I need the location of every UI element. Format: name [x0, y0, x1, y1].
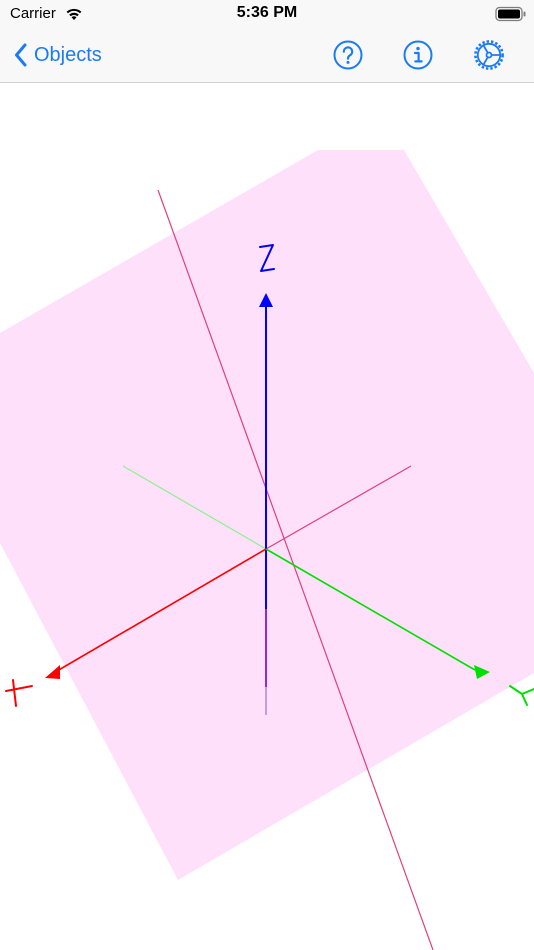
settings-icon[interactable]	[473, 39, 505, 71]
back-button[interactable]: Objects	[14, 40, 102, 70]
clock: 5:36 PM	[236, 4, 298, 21]
chevron-left-icon	[15, 43, 27, 67]
x-axis-arrow	[45, 665, 60, 679]
back-button-label: Objects	[34, 43, 102, 66]
info-icon[interactable]	[402, 39, 434, 71]
navigation-bar: Objects	[0, 30, 534, 83]
help-icon[interactable]	[332, 39, 364, 71]
scene-canvas[interactable]: Z X Y	[0, 83, 534, 950]
status-bar: Carrier 5:36 PM	[0, 0, 534, 30]
y-axis-label-glyph	[509, 685, 534, 706]
battery-icon	[495, 6, 526, 22]
x-axis-label-glyph	[5, 679, 33, 707]
